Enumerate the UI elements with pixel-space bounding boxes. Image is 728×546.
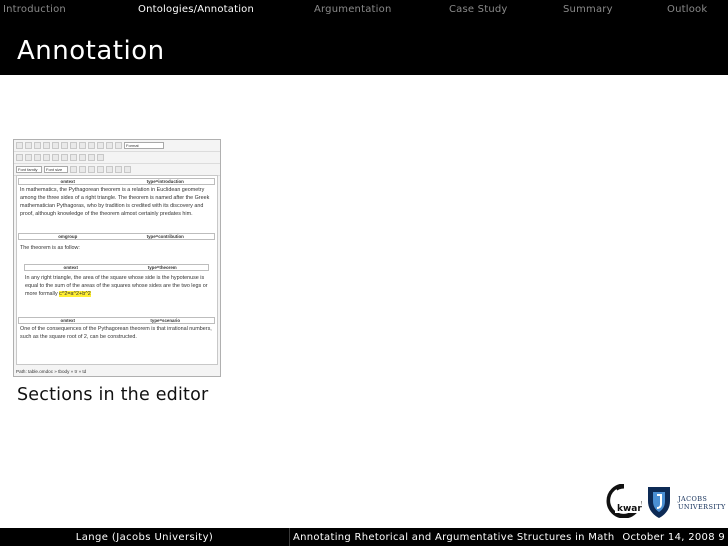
section-header: omtext type=introduction <box>18 178 215 185</box>
format-select: Format <box>124 142 164 149</box>
code-icon <box>97 154 104 161</box>
jacobs-wordmark-line2: UNIVERSITY <box>678 503 726 511</box>
section-element-label: omtext <box>60 318 75 323</box>
subscript-icon <box>43 154 50 161</box>
footer-date-page: October 14, 2008 9 <box>618 528 728 546</box>
editor-screenshot: Format Font family Font size omtext type… <box>13 139 221 377</box>
numbered-list-icon <box>115 142 122 149</box>
preview-icon <box>124 166 131 173</box>
section-type-label: type=introduction <box>146 179 184 184</box>
kwarc-logo-text: kwarc <box>617 504 642 514</box>
section-contribution: omgroup type=contribution The theorem is… <box>18 233 215 253</box>
logos: kwarc JACOBS UNIVERSITY <box>606 484 725 520</box>
jacobs-wordmark-line1: JACOBS <box>678 495 708 503</box>
section-header: omtext type=scenario <box>18 317 215 324</box>
indent-icon <box>52 142 59 149</box>
bullet-list-icon <box>106 142 113 149</box>
link-icon <box>61 154 68 161</box>
footer-author: Lange (Jacobs University) <box>0 528 289 546</box>
kwarc-logo: kwarc <box>606 484 642 518</box>
undo-icon <box>88 166 95 173</box>
formula-highlight: c^2=a^2+b^2 <box>59 291 91 298</box>
nav-item-outlook[interactable]: Outlook <box>667 4 707 15</box>
section-type-label: type=theorem <box>147 265 177 270</box>
section-text: In mathematics, the Pythagorean theorem … <box>20 187 210 218</box>
jacobs-wordmark: JACOBS UNIVERSITY <box>678 495 726 511</box>
strikethrough-icon <box>43 142 50 149</box>
section-theorem: omtext type=theorem In any right triangl… <box>18 264 215 299</box>
footer-talk-title: Annotating Rhetorical and Argumentative … <box>289 528 618 546</box>
slide-caption: Sections in the editor <box>17 385 209 405</box>
underline-icon <box>34 142 41 149</box>
section-introduction: omtext type=introduction In mathematics,… <box>18 178 215 219</box>
section-navigation: Introduction Ontologies/Annotation Argum… <box>0 0 728 19</box>
nav-item-argumentation[interactable]: Argumentation <box>314 4 392 15</box>
bg-color-icon <box>79 166 86 173</box>
nav-item-ontologies-annotation[interactable]: Ontologies/Annotation <box>138 4 254 15</box>
text-color-icon <box>70 166 77 173</box>
redo-icon <box>97 166 104 173</box>
editor-toolbar-row-1: Format <box>14 140 220 152</box>
table-icon <box>25 154 32 161</box>
font-size-select: Font size <box>44 166 68 173</box>
bold-icon <box>16 142 23 149</box>
footer: Lange (Jacobs University) Annotating Rhe… <box>0 528 728 546</box>
align-left-icon <box>70 142 77 149</box>
align-right-icon <box>88 142 95 149</box>
section-text: The theorem is as follow: <box>20 245 80 251</box>
charmap-icon <box>115 166 122 173</box>
section-element-label: omtext <box>63 265 78 270</box>
font-family-select: Font family <box>16 166 42 173</box>
editor-document: omtext type=introduction In mathematics,… <box>16 175 218 365</box>
nav-item-case-study[interactable]: Case Study <box>449 4 508 15</box>
editor-toolbar-row-2 <box>14 152 220 164</box>
align-justify-icon <box>97 142 104 149</box>
italic-icon <box>25 142 32 149</box>
slide-title: Annotation <box>17 36 165 66</box>
section-element-label: omgroup <box>58 234 78 239</box>
cleanup-icon <box>88 154 95 161</box>
section-scenario: omtext type=scenario One of the conseque… <box>18 317 215 342</box>
section-text: One of the consequences of the Pythagore… <box>20 326 212 341</box>
nav-item-introduction[interactable]: Introduction <box>3 4 66 15</box>
nav-item-summary[interactable]: Summary <box>563 4 613 15</box>
image-icon <box>16 154 23 161</box>
section-type-label: type=contribution <box>146 234 184 239</box>
section-type-label: type=scenario <box>150 318 181 323</box>
outdent-icon <box>61 142 68 149</box>
editor-status-path: Path: table.omdoc » tbody » tr » td <box>16 369 87 374</box>
help-icon <box>106 166 113 173</box>
section-element-label: omtext <box>60 179 75 184</box>
unlink-icon <box>70 154 77 161</box>
title-bar: Annotation <box>0 19 728 75</box>
row-icon <box>34 154 41 161</box>
section-text: In any right triangle, the area of the s… <box>18 271 215 299</box>
superscript-icon <box>52 154 59 161</box>
align-center-icon <box>79 142 86 149</box>
section-header: omtext type=theorem <box>24 264 209 271</box>
section-header: omgroup type=contribution <box>18 233 215 240</box>
anchor-icon <box>79 154 86 161</box>
theorem-text: In any right triangle, the area of the s… <box>25 275 208 298</box>
